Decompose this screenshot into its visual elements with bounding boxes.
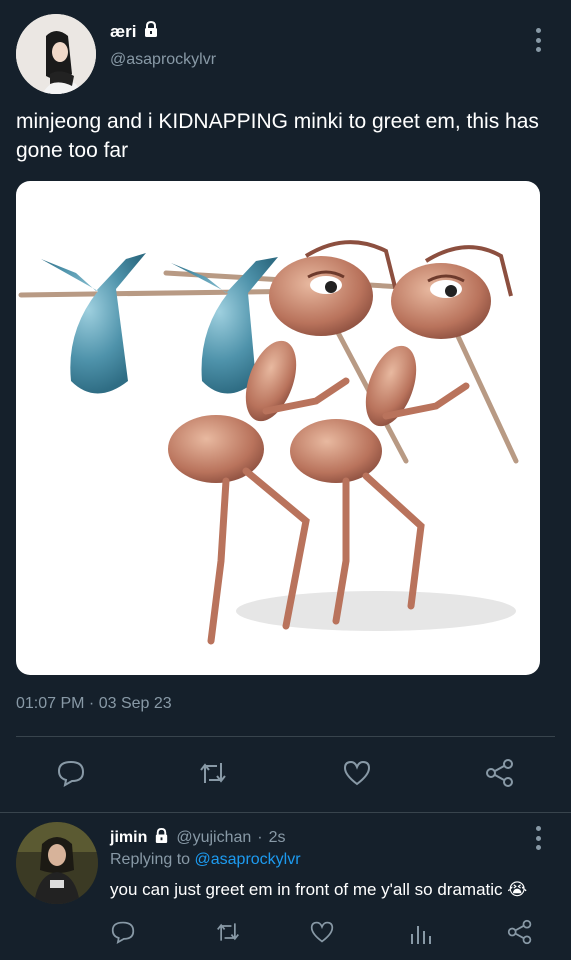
retweet-icon[interactable]	[197, 759, 229, 792]
lock-icon	[142, 20, 160, 43]
reply-more-options-icon[interactable]	[528, 824, 548, 852]
reply-text: you can just greet em in front of me y'a…	[110, 880, 528, 899]
share-icon[interactable]	[506, 919, 534, 950]
reply-time[interactable]: 2s	[269, 829, 286, 847]
retweet-icon[interactable]	[214, 920, 242, 949]
lock-icon	[153, 827, 170, 849]
time-separator: ·	[257, 829, 263, 846]
ants-illustration	[18, 240, 519, 645]
author-name[interactable]: æri	[110, 22, 136, 42]
divider	[16, 736, 555, 737]
reply-icon[interactable]	[56, 759, 86, 792]
reply-icon[interactable]	[110, 920, 136, 949]
tweet-image[interactable]	[16, 181, 540, 675]
analytics-icon[interactable]	[408, 920, 434, 951]
replying-to-label: Replying to	[110, 851, 191, 868]
like-icon[interactable]	[342, 759, 372, 792]
reply-avatar-photo	[16, 822, 98, 904]
reply-author-handle[interactable]: @yujichan	[176, 829, 251, 847]
tweet-text: minjeong and i KIDNAPPING minki to greet…	[16, 110, 539, 162]
divider	[0, 812, 571, 813]
avatar-photo	[16, 14, 96, 94]
like-icon[interactable]	[309, 920, 335, 949]
share-icon[interactable]	[484, 758, 516, 793]
reply-author-name[interactable]: jimin	[110, 829, 147, 847]
author-avatar[interactable]	[16, 14, 96, 94]
more-options-icon[interactable]	[528, 26, 548, 54]
tweet-timestamp[interactable]: 01:07 PM · 03 Sep 23	[16, 695, 172, 713]
replying-to-link[interactable]: @asaprockylvr	[195, 851, 301, 868]
author-handle[interactable]: @asaprockylvr	[110, 51, 216, 69]
reply-avatar[interactable]	[16, 822, 98, 904]
